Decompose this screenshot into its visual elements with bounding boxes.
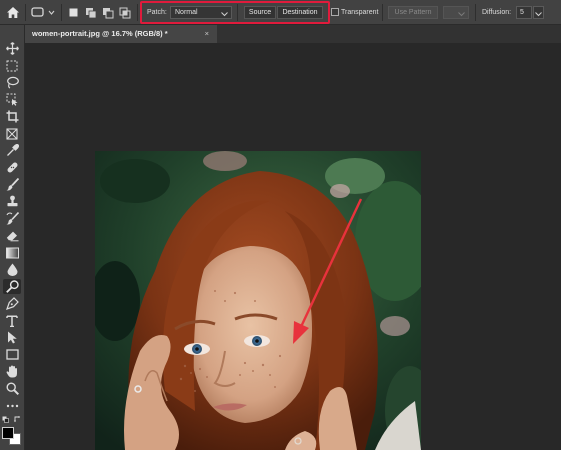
patch-tool-preset-icon[interactable]	[31, 6, 55, 19]
marquee-tool-icon[interactable]	[3, 58, 21, 73]
more-tools-icon[interactable]	[3, 398, 21, 413]
foreground-color-swatch[interactable]	[2, 427, 14, 439]
rectangle-tool-icon[interactable]	[3, 347, 21, 362]
swap-colors-icon[interactable]	[14, 416, 21, 423]
new-selection-icon[interactable]	[68, 7, 79, 18]
crop-tool-icon[interactable]	[3, 109, 21, 124]
document-tab-title: women-portrait.jpg @ 16.7% (RGB/8) *	[32, 29, 168, 38]
clone-stamp-tool-icon[interactable]	[3, 194, 21, 209]
path-selection-tool-icon[interactable]	[3, 330, 21, 345]
subtract-from-selection-icon[interactable]	[102, 7, 114, 19]
hand-tool-icon[interactable]	[3, 364, 21, 379]
diffusion-label: Diffusion:	[482, 9, 512, 16]
pen-tool-icon[interactable]	[3, 296, 21, 311]
transparent-checkbox[interactable]	[331, 8, 339, 16]
brush-tool-icon[interactable]	[3, 177, 21, 192]
destination-button[interactable]: Destination	[277, 6, 323, 19]
lasso-tool-icon[interactable]	[3, 75, 21, 90]
healing-brush-tool-icon[interactable]	[3, 160, 21, 175]
move-tool-icon[interactable]	[3, 41, 21, 56]
use-pattern-button[interactable]: Use Pattern	[388, 6, 438, 19]
history-brush-tool-icon[interactable]	[3, 211, 21, 226]
add-to-selection-icon[interactable]	[85, 7, 97, 19]
eyedropper-tool-icon[interactable]	[3, 143, 21, 158]
object-selection-tool-icon[interactable]	[3, 92, 21, 107]
canvas-area[interactable]	[25, 43, 561, 450]
pattern-picker[interactable]	[443, 6, 469, 19]
transparent-label: Transparent	[341, 9, 379, 16]
diffusion-dropdown[interactable]	[533, 6, 544, 19]
portrait-image	[95, 151, 421, 450]
eraser-tool-icon[interactable]	[3, 228, 21, 243]
default-colors-icon[interactable]	[2, 416, 9, 423]
portrait-photo[interactable]	[95, 151, 421, 450]
tools-panel	[0, 25, 25, 450]
type-tool-icon[interactable]	[3, 313, 21, 328]
patch-mode-dropdown[interactable]: Normal	[170, 6, 232, 19]
patch-label: Patch:	[147, 9, 167, 16]
dodge-tool-icon[interactable]	[3, 279, 21, 294]
intersect-selection-icon[interactable]	[119, 7, 131, 19]
frame-tool-icon[interactable]	[3, 126, 21, 141]
options-bar: Patch: Normal Source Destination Transpa…	[0, 0, 561, 25]
close-tab-icon[interactable]: ×	[205, 25, 209, 43]
document-tab-bar: women-portrait.jpg @ 16.7% (RGB/8) * ×	[25, 25, 561, 43]
home-icon[interactable]	[6, 6, 20, 19]
chevron-down-icon	[535, 10, 542, 19]
document-tab[interactable]: women-portrait.jpg @ 16.7% (RGB/8) * ×	[25, 25, 217, 43]
gradient-tool-icon[interactable]	[3, 245, 21, 260]
chevron-down-icon	[221, 10, 228, 21]
zoom-tool-icon[interactable]	[3, 381, 21, 396]
source-button[interactable]: Source	[244, 6, 276, 19]
patch-mode-value: Normal	[175, 9, 198, 16]
diffusion-input[interactable]: 5	[516, 6, 532, 19]
chevron-down-icon	[458, 10, 465, 21]
blur-tool-icon[interactable]	[3, 262, 21, 277]
